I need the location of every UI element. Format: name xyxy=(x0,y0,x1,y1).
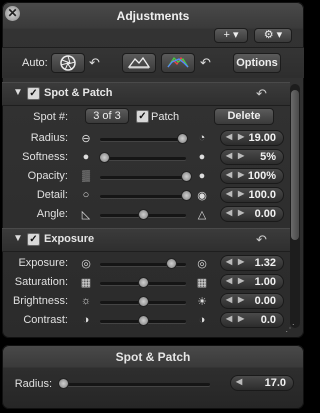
spot_patch-row-label: Radius: xyxy=(30,132,68,144)
spot_patch-row-label: Angle: xyxy=(36,208,68,220)
auto-enhance-button[interactable] xyxy=(51,53,85,73)
exposure-row-label: Brightness: xyxy=(12,295,68,307)
resize-grip-icon[interactable]: ⋰ xyxy=(285,323,295,334)
exposure-max-icon: ☀ xyxy=(197,296,207,308)
spot_patch-max-icon: △ xyxy=(197,209,207,221)
spot_patch-min-icon: ◺ xyxy=(81,209,91,221)
exposure-row-label: Exposure: xyxy=(18,257,68,269)
hud-radius-slider-track[interactable] xyxy=(60,383,210,386)
gear-menu-button[interactable]: ⚙ ▾ xyxy=(254,28,292,43)
spot_patch-row-label: Opacity: xyxy=(27,170,68,182)
spot_patch-min-icon: ⊖ xyxy=(81,133,91,145)
spot_patch-row-label: Detail: xyxy=(36,189,68,201)
spot-patch-title: Spot & Patch xyxy=(44,87,113,99)
exposure-value-stepper[interactable]: ◀ ▶ 0.00 xyxy=(220,293,284,309)
exposure-min-icon: ▦ xyxy=(80,277,92,289)
spot_patch-slider-knob[interactable] xyxy=(181,190,192,201)
exposure-min-icon: ☼ xyxy=(80,295,92,307)
exposure-section-header[interactable]: ▼ ✓ Exposure ↶ xyxy=(2,228,290,252)
hud-radius-slider-knob[interactable] xyxy=(58,378,69,389)
spot_patch-slider-knob[interactable] xyxy=(99,152,111,163)
disclosure-triangle-icon[interactable]: ▼ xyxy=(13,233,23,244)
exposure-value-stepper[interactable]: ◀ ▶ 1.00 xyxy=(220,274,284,290)
exposure-slider-knob[interactable] xyxy=(138,296,149,307)
exposure-row-label: Saturation: xyxy=(14,276,68,288)
spot_patch-max-icon: ● xyxy=(198,151,206,163)
spot_patch-value-stepper[interactable]: ◀ ▶ 100.0 xyxy=(220,187,284,203)
exposure-max-icon: ◑ xyxy=(198,314,206,326)
spot-patch-section-header[interactable]: ▼ ✓ Spot & Patch ↶ xyxy=(2,82,290,106)
spot_patch-slider-track[interactable] xyxy=(100,138,186,141)
patch-checkbox[interactable]: ✓ xyxy=(136,110,149,123)
exposure-max-icon: ◎ xyxy=(197,258,207,270)
spot_patch-min-icon: ● xyxy=(82,151,90,163)
exposure-slider-knob[interactable] xyxy=(166,258,178,269)
undo-arrow-icon[interactable]: ↶ xyxy=(200,55,211,71)
reset-arrow-icon[interactable]: ↶ xyxy=(256,86,267,102)
exposure-slider-knob[interactable] xyxy=(138,315,149,326)
spot_patch-min-icon: ○ xyxy=(82,189,90,201)
exposure-title: Exposure xyxy=(44,233,95,245)
spot_patch-max-icon: ◔ xyxy=(198,132,206,144)
exposure-max-icon: ▦ xyxy=(196,277,208,289)
exposure-value-stepper[interactable]: ◀ ▶ 1.32 xyxy=(220,255,284,271)
add-adjustment-button[interactable]: + ▾ xyxy=(214,28,248,43)
undo-arrow-icon[interactable]: ↶ xyxy=(89,55,100,71)
auto-color-levels-button[interactable] xyxy=(161,53,195,73)
exposure-slider-knob[interactable] xyxy=(138,277,149,288)
hud-radius-stepper[interactable]: ◀ 17.0 xyxy=(230,375,294,391)
patch-label: Patch xyxy=(151,111,180,123)
spot_patch-slider-track[interactable] xyxy=(100,176,186,179)
spot-number-label: Spot #: xyxy=(33,111,68,123)
spot_patch-slider-track[interactable] xyxy=(100,157,186,160)
disclosure-triangle-icon[interactable]: ▼ xyxy=(13,87,23,98)
exposure-value-stepper[interactable]: ◀ ▶ 0.0 xyxy=(220,312,284,328)
spot_patch-value-stepper[interactable]: ◀ ▶ 0.00 xyxy=(220,206,284,222)
aperture-icon xyxy=(60,55,76,71)
adjustments-hud: ✕ Adjustments + ▾ ⚙ ▾ Auto: ↶ ↶ Options … xyxy=(2,2,304,338)
spot-patch-enable-checkbox[interactable]: ✓ xyxy=(27,87,40,100)
auto-levels-button[interactable] xyxy=(122,53,156,73)
exposure-min-icon: ◎ xyxy=(81,258,91,270)
spot_patch-max-icon: ◉ xyxy=(197,190,207,202)
color-levels-icon xyxy=(167,56,189,68)
exposure-enable-checkbox[interactable]: ✓ xyxy=(27,233,40,246)
spot_patch-slider-knob[interactable] xyxy=(138,209,149,220)
auto-toolbar: Auto: ↶ ↶ Options xyxy=(2,48,304,78)
delete-spot-button[interactable]: Delete xyxy=(214,108,274,125)
window-title: Adjustments xyxy=(116,9,190,23)
reset-arrow-icon[interactable]: ↶ xyxy=(256,232,267,248)
exposure-min-icon: ◑ xyxy=(82,314,90,326)
spot_patch-slider-knob[interactable] xyxy=(176,133,188,144)
spot_patch-slider-knob[interactable] xyxy=(181,171,192,182)
spot-patch-hud: Spot & Patch Radius: ◀ 17.0 xyxy=(2,345,304,409)
spot_patch-min-icon: ▒ xyxy=(82,170,90,182)
levels-mountain-icon xyxy=(127,56,151,69)
spot_patch-max-icon: ● xyxy=(198,170,206,182)
spot-number-field[interactable]: 3 of 3 xyxy=(85,108,129,124)
exposure-row-label: Contrast: xyxy=(23,314,68,326)
spot_patch-value-stepper[interactable]: ◀ ▶ 5% xyxy=(220,149,284,165)
spot_patch-value-stepper[interactable]: ◀ ▶ 19.00 xyxy=(220,130,284,146)
spot_patch-value-stepper[interactable]: ◀ ▶ 100% xyxy=(220,168,284,184)
spot-patch-hud-title: Spot & Patch xyxy=(115,350,191,364)
spot_patch-row-label: Softness: xyxy=(22,151,68,163)
scrollbar-thumb[interactable] xyxy=(291,90,299,240)
options-button[interactable]: Options xyxy=(233,53,281,73)
hud-radius-label: Radius: xyxy=(14,378,52,390)
auto-label: Auto: xyxy=(22,57,48,69)
spot_patch-slider-track[interactable] xyxy=(100,195,186,198)
